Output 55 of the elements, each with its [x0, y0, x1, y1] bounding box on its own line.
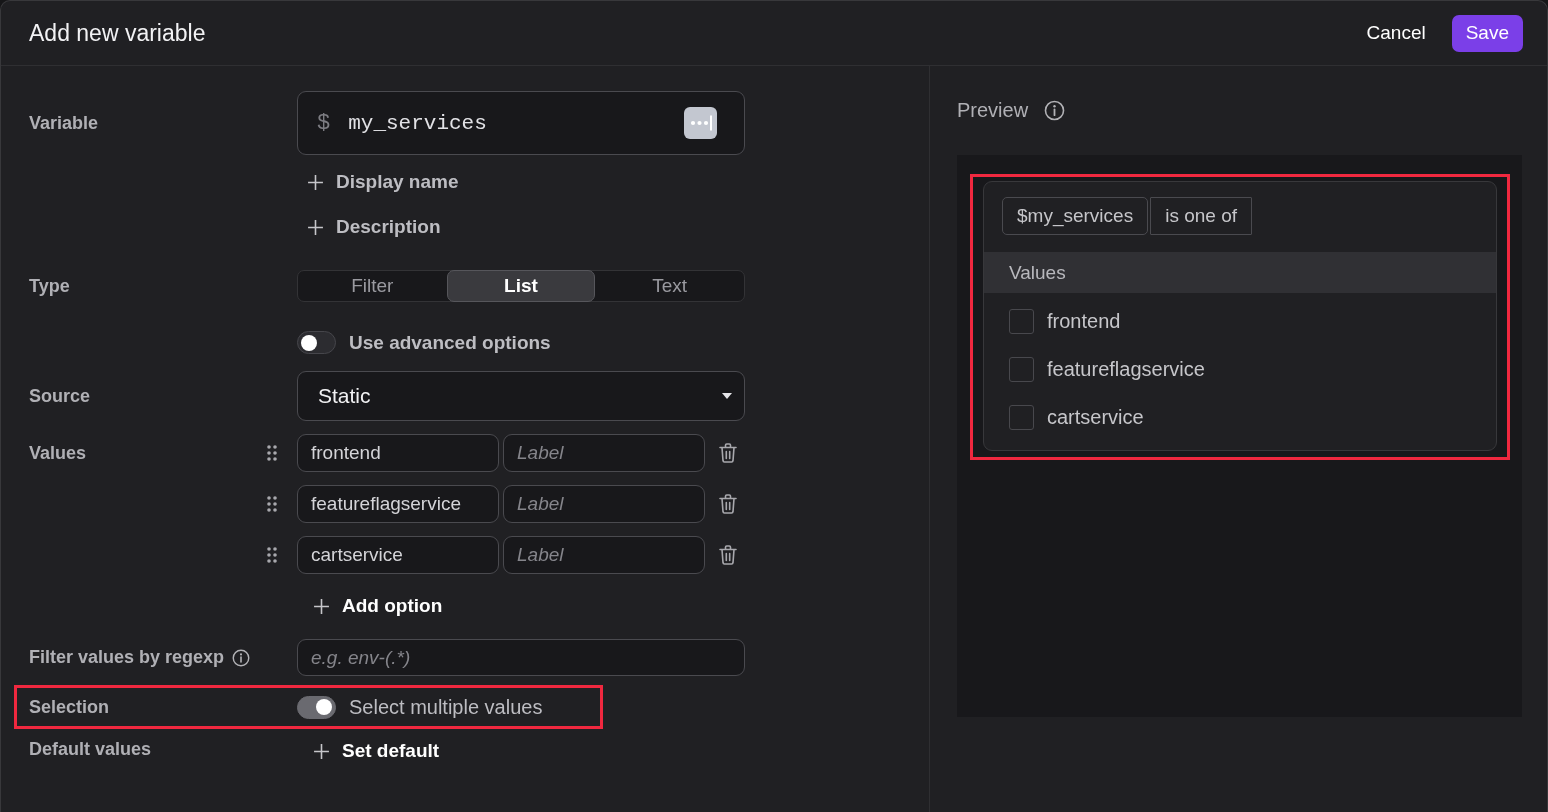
- variable-prefix: $: [317, 110, 331, 136]
- variable-chip: $my_services: [1002, 197, 1149, 235]
- cancel-button[interactable]: Cancel: [1354, 16, 1438, 50]
- drag-handle-icon[interactable]: [267, 445, 277, 461]
- field-label: Values: [29, 442, 87, 464]
- value-input[interactable]: cartservice: [297, 536, 499, 574]
- add-field-button[interactable]: Description: [297, 212, 447, 242]
- option-label: featureflagservice: [1047, 357, 1205, 381]
- label-input[interactable]: Label: [503, 485, 705, 523]
- toggle-label: Select multiple values: [349, 695, 543, 719]
- info-icon[interactable]: [1044, 99, 1066, 121]
- set-default-button[interactable]: Set default: [297, 732, 446, 766]
- label-input[interactable]: Label: [503, 536, 705, 574]
- value-input[interactable]: frontend: [297, 434, 499, 472]
- type-tab[interactable]: Text: [595, 270, 744, 302]
- field-label: Type: [29, 275, 71, 297]
- add-field-button[interactable]: Display name: [297, 167, 465, 197]
- ellipsis-icon[interactable]: [684, 107, 717, 139]
- info-icon[interactable]: [232, 648, 251, 667]
- field-label: Source: [29, 385, 92, 407]
- values-header: Values: [984, 252, 1496, 293]
- variable-input[interactable]: $ my_services: [297, 91, 745, 155]
- type-tab[interactable]: Filter: [298, 270, 447, 302]
- toggle-switch[interactable]: [297, 695, 336, 719]
- field-label: Default values: [29, 738, 153, 760]
- toggle-label: Use advanced options: [349, 331, 551, 354]
- plus-icon: [307, 218, 324, 236]
- dialog-title: Add new variable: [29, 19, 206, 47]
- source-select[interactable]: Static: [297, 371, 745, 421]
- add-option-button[interactable]: Add option: [297, 591, 449, 621]
- plus-icon: [313, 742, 330, 760]
- field-label: Filter values by regexp: [29, 647, 225, 668]
- checkbox[interactable]: [1009, 308, 1034, 334]
- drag-handle-icon[interactable]: [267, 496, 277, 512]
- field-label: Variable: [29, 112, 100, 134]
- value-input[interactable]: featureflagservice: [297, 485, 499, 523]
- checkbox[interactable]: [1009, 404, 1034, 430]
- save-button[interactable]: Save: [1451, 14, 1523, 52]
- operator-chip: is one of: [1150, 197, 1252, 235]
- regexp-input[interactable]: e.g. env-(.*): [297, 639, 745, 676]
- plus-icon: [313, 597, 330, 615]
- trash-icon[interactable]: [719, 545, 737, 565]
- checkbox[interactable]: [1009, 356, 1034, 382]
- preview-title: Preview: [957, 98, 1029, 122]
- plus-icon: [307, 173, 324, 191]
- field-label: Selection: [29, 696, 111, 718]
- trash-icon[interactable]: [719, 494, 737, 514]
- option-label: frontend: [1047, 309, 1121, 333]
- caret-icon: [722, 393, 732, 399]
- option-label: cartservice: [1047, 405, 1144, 429]
- toggle-switch[interactable]: [297, 331, 336, 354]
- trash-icon[interactable]: [719, 443, 737, 463]
- type-tab[interactable]: List: [446, 270, 596, 302]
- label-input[interactable]: Label: [503, 434, 705, 472]
- drag-handle-icon[interactable]: [267, 547, 277, 563]
